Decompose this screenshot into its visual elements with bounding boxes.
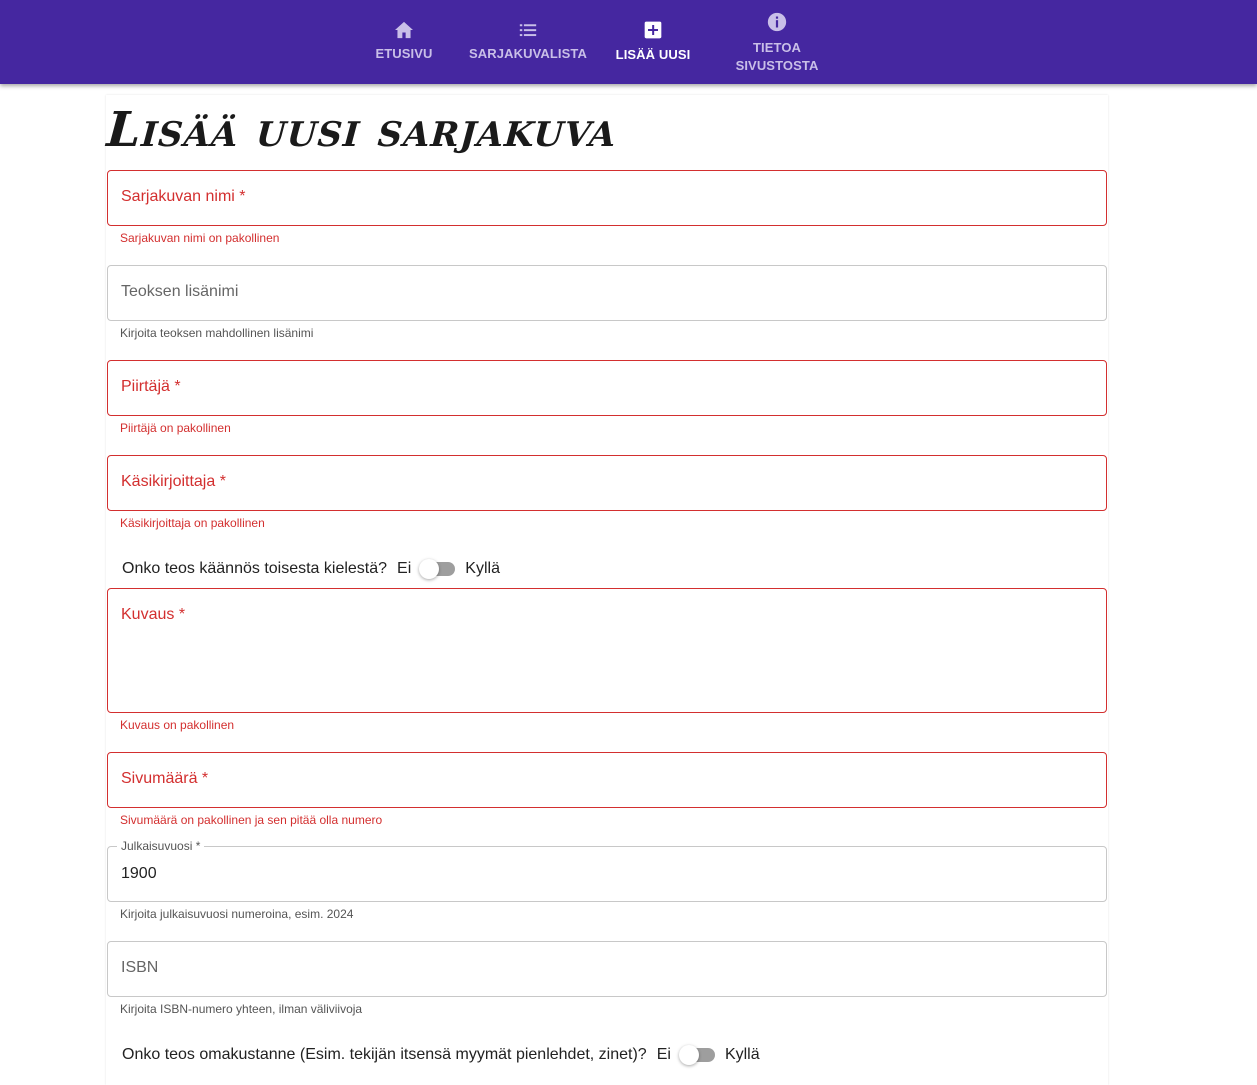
page-count-field[interactable]: Sivumäärä * [107,752,1107,808]
translation-toggle[interactable] [419,557,456,581]
home-icon [395,21,413,39]
toggle-thumb [678,1045,699,1065]
nav-item-lisaa-uusi[interactable]: LISÄÄ UUSI [608,0,698,84]
description-textarea[interactable]: Kuvaus * [107,588,1107,713]
list-icon [519,24,537,37]
add-box-icon [644,21,662,39]
translation-on-label: Kyllä [465,560,500,577]
comic-name-label: Sarjakuvan nimi * [121,188,246,205]
nav-item-tietoa-sivustosta[interactable]: TIETOA SIVUSTOSTA [726,0,828,84]
info-icon [767,12,787,32]
self-published-question: Onko teos omakustanne (Esim. tekijän its… [122,1046,647,1063]
nav-item-etusivu[interactable]: ETUSIVU [366,0,442,84]
description-label: Kuvaus * [121,606,186,623]
page-count-label: Sivumäärä * [121,770,209,787]
publication-year-value: 1900 [121,865,157,882]
writer-error: Käsikirjoittaja on pakollinen [120,516,265,530]
page-title: Lisää uusi sarjakuva [105,102,619,158]
writer-label: Käsikirjoittaja * [121,473,226,490]
nav-label: ETUSIVU [375,46,433,61]
subtitle-helper: Kirjoita teoksen mahdollinen lisänimi [120,326,314,340]
self-published-off-label: Ei [656,1046,671,1063]
subtitle-field[interactable]: Teoksen lisänimi [107,265,1107,321]
publication-year-label: Julkaisuvuosi * [117,839,205,853]
page-count-error: Sivumäärä on pakollinen ja sen pitää oll… [120,813,383,827]
publication-year-field[interactable]: Julkaisuvuosi * 1900 [107,839,1107,902]
self-published-toggle[interactable] [678,1043,715,1067]
translation-off-label: Ei [397,560,412,577]
nav-label: SARJAKUVALISTA [469,46,587,61]
comic-name-error: Sarjakuvan nimi on pakollinen [120,231,280,245]
self-published-switch-row: Onko teos omakustanne (Esim. tekijän its… [122,1043,760,1067]
illustrator-label: Piirtäjä * [121,378,181,395]
illustrator-error: Piirtäjä on pakollinen [120,421,231,435]
illustrator-field[interactable]: Piirtäjä * [107,360,1107,416]
subtitle-label: Teoksen lisänimi [121,283,239,300]
isbn-helper: Kirjoita ISBN-numero yhteen, ilman väliv… [120,1002,363,1016]
top-nav-bar: ETUSIVU SARJAKUVALISTA LISÄÄ UUSI TIETOA… [0,0,1257,84]
publication-year-helper: Kirjoita julkaisuvuosi numeroina, esim. … [120,907,354,921]
comic-name-field[interactable]: Sarjakuvan nimi * [107,170,1107,226]
writer-field[interactable]: Käsikirjoittaja * [107,455,1107,511]
isbn-label: ISBN [121,959,159,976]
nav-item-sarjakuvalista[interactable]: SARJAKUVALISTA [466,0,590,84]
translation-question: Onko teos käännös toisesta kielestä? [122,560,388,577]
isbn-field[interactable]: ISBN [107,941,1107,997]
toggle-thumb [419,559,440,579]
self-published-on-label: Kyllä [724,1046,760,1063]
description-error: Kuvaus on pakollinen [120,718,235,732]
translation-switch-row: Onko teos käännös toisesta kielestä? Ei … [122,557,500,581]
nav-label: LISÄÄ UUSI [615,47,691,62]
nav-label: TIETOA SIVUSTOSTA [735,40,819,73]
